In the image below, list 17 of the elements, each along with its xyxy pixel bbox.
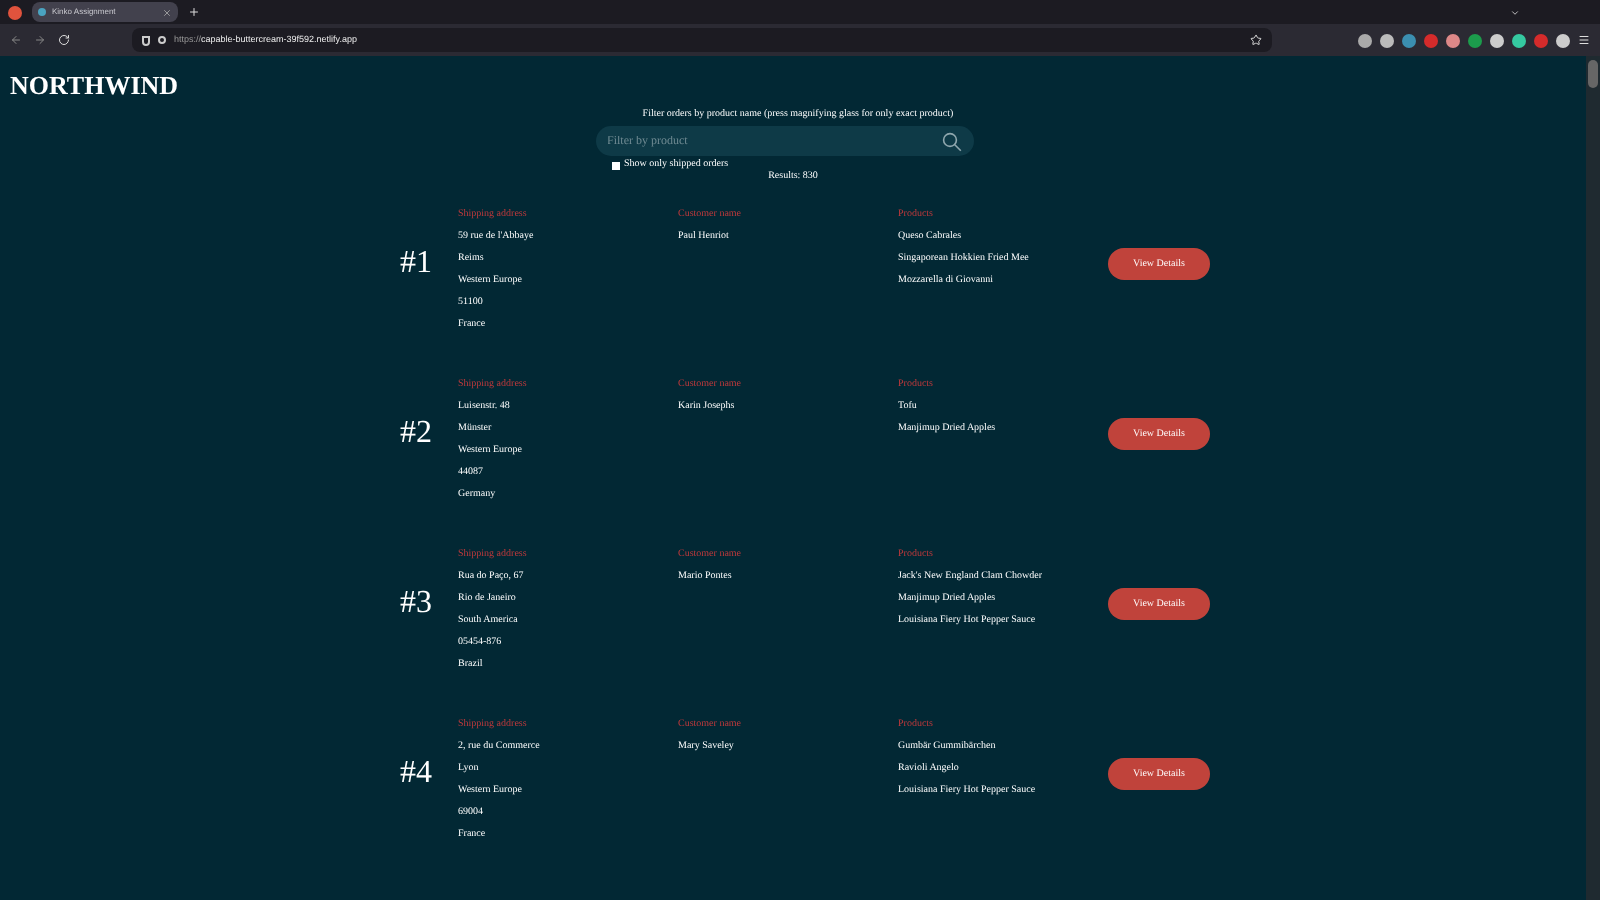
globe-icon — [38, 8, 46, 16]
brand-title[interactable]: NORTHWIND — [10, 72, 1586, 98]
scrollbar[interactable] — [1586, 56, 1600, 900]
order-number: #4 — [398, 758, 434, 790]
back-icon[interactable] — [10, 34, 22, 46]
checkbox[interactable] — [612, 161, 620, 169]
forward-icon[interactable] — [34, 34, 46, 46]
order-number: #3 — [398, 588, 434, 620]
order-number: #1 — [398, 248, 434, 280]
browser-logo-icon[interactable] — [8, 5, 22, 19]
search-icon[interactable] — [941, 131, 961, 151]
bookmark-star-icon[interactable] — [1250, 34, 1262, 46]
new-tab-icon[interactable] — [188, 6, 200, 18]
chevron-down-icon[interactable] — [1510, 7, 1520, 17]
menu-icon[interactable] — [1578, 34, 1590, 46]
order-number: #2 — [398, 418, 434, 450]
reload-icon[interactable] — [58, 34, 70, 46]
